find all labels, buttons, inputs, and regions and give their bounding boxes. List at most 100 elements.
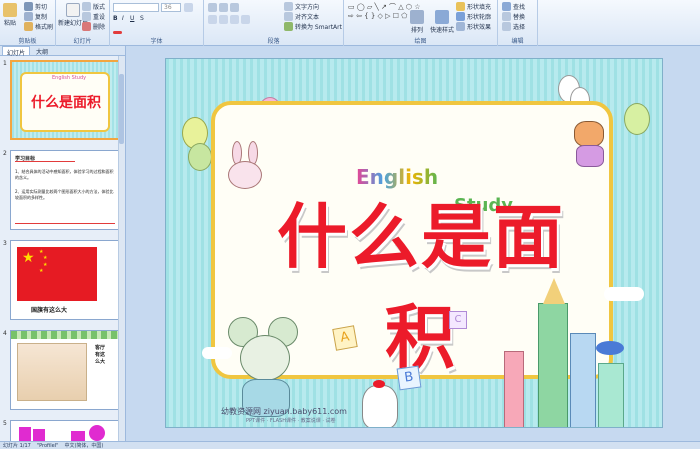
slide-number: 2 bbox=[3, 150, 7, 157]
font-group: 36 B I U S 字体 bbox=[110, 0, 204, 46]
flag-image: ★ ★ ★ ★ ★ bbox=[17, 247, 97, 301]
star-icon: ★ bbox=[39, 268, 44, 274]
thumb-shape bbox=[19, 427, 31, 441]
room-image bbox=[17, 343, 87, 401]
thumb-border-decoration bbox=[11, 331, 119, 339]
pencil bbox=[504, 351, 524, 427]
paste-button[interactable]: 粘贴 bbox=[3, 3, 17, 27]
fill-icon bbox=[456, 2, 465, 11]
language-indicator[interactable]: 中文(简体，中国) bbox=[64, 442, 103, 449]
editing-group-label: 编辑 bbox=[511, 38, 524, 45]
slides-panel: 幻灯片 大纲 1 什么是面积 English Study 2 学习目标 1、结合… bbox=[0, 46, 126, 441]
star-icon: ★ bbox=[43, 255, 48, 261]
font-group-label: 字体 bbox=[150, 38, 163, 45]
italic-button[interactable]: I bbox=[122, 15, 124, 22]
pencil bbox=[570, 333, 596, 427]
thumb-divider bbox=[15, 223, 115, 224]
align-text-button[interactable]: 对齐文本 bbox=[284, 12, 319, 21]
shape-fill-button[interactable]: 形状填充 bbox=[456, 2, 491, 11]
text-direction-button[interactable]: 文字方向 bbox=[284, 2, 319, 11]
drawing-group-label: 绘图 bbox=[414, 38, 427, 45]
brush-icon bbox=[24, 22, 33, 31]
layout-button[interactable]: 版式 bbox=[82, 2, 105, 11]
thumb-caption: 国旗有这么大 bbox=[31, 307, 68, 314]
format-painter-button[interactable]: 格式刷 bbox=[24, 22, 53, 31]
replace-icon bbox=[502, 12, 511, 21]
slide-canvas[interactable]: English Study 什么是面积 A B C 幼教资源网 ziyuan.b… bbox=[165, 58, 663, 428]
slide-thumbnail-4[interactable]: 客厅有这么大 bbox=[10, 330, 120, 410]
layout-icon bbox=[82, 2, 91, 11]
font-size-field[interactable]: 36 bbox=[161, 3, 181, 12]
outline-icon bbox=[456, 12, 465, 21]
font-name-field[interactable] bbox=[113, 3, 159, 12]
underline-button[interactable]: U bbox=[130, 15, 134, 22]
slide-thumbnail-3[interactable]: ★ ★ ★ ★ ★ 国旗有这么大 bbox=[10, 240, 120, 320]
bird-illustration bbox=[596, 341, 624, 355]
tab-outline[interactable]: 大纲 bbox=[32, 46, 52, 56]
scrollbar-thumb[interactable] bbox=[119, 74, 124, 144]
watermark: 幼教资源网 ziyuan.baby611.com bbox=[221, 407, 347, 416]
slides-group: 新建幻灯片 版式 重设 删除 幻灯片 bbox=[56, 0, 110, 46]
status-bar: 幻灯片 1/17 "ProfileI" 中文(简体，中国) bbox=[0, 441, 700, 449]
star-icon: ★ bbox=[22, 250, 35, 266]
letter-block-a: A bbox=[332, 325, 358, 351]
copy-icon bbox=[24, 12, 33, 21]
replace-button[interactable]: 替换 bbox=[502, 12, 525, 21]
align-right-icon bbox=[230, 15, 239, 24]
font-color-button[interactable] bbox=[113, 26, 122, 34]
watermark-subtitle: PPT课件 · FLASH课件 · 教案说课 · 试卷 bbox=[246, 418, 336, 424]
rooster-illustration bbox=[362, 380, 398, 427]
editing-group: 查找 替换 选择 编辑 bbox=[498, 0, 538, 46]
letter-block-b: B bbox=[396, 365, 422, 391]
copy-button[interactable]: 复制 bbox=[24, 12, 47, 21]
arrange-icon bbox=[410, 10, 424, 24]
tab-slides[interactable]: 幻灯片 bbox=[2, 46, 31, 57]
thumb-shape bbox=[33, 429, 45, 441]
grow-font-button[interactable] bbox=[184, 3, 193, 12]
delete-slide-button[interactable]: 删除 bbox=[82, 22, 105, 31]
quick-styles-icon bbox=[435, 10, 449, 24]
slide-thumbnail-1[interactable]: 什么是面积 English Study bbox=[10, 60, 120, 140]
thumb-caption: 客厅有这么大 bbox=[95, 345, 106, 365]
slide-thumbnail-2[interactable]: 学习目标 1、结合具体的活动中感知面积，体验学习的过程和面积的含义。 2、运用实… bbox=[10, 150, 120, 230]
bold-button[interactable]: B bbox=[113, 15, 118, 22]
delete-icon bbox=[82, 22, 91, 31]
cursor-icon bbox=[502, 22, 511, 31]
arrange-button[interactable]: 排列 bbox=[410, 10, 424, 34]
scissors-icon bbox=[24, 2, 33, 11]
panel-tabs: 幻灯片 大纲 bbox=[0, 46, 125, 57]
shape-effects-button[interactable]: 形状效果 bbox=[456, 22, 491, 31]
reset-button[interactable]: 重设 bbox=[82, 12, 105, 21]
slide-number: 5 bbox=[3, 420, 7, 427]
pencil bbox=[538, 278, 568, 427]
find-button[interactable]: 查找 bbox=[502, 2, 525, 11]
strikethrough-button[interactable]: S bbox=[140, 15, 144, 22]
slide-number: 3 bbox=[3, 240, 7, 247]
slide-thumbnail-5[interactable] bbox=[10, 420, 120, 441]
shapes-gallery-row2[interactable]: ⇨ ⇦ { } ◇ ▷ ☐ ⬠ ♡ bbox=[348, 12, 416, 20]
smartart-button[interactable]: 转换为 SmartArt bbox=[284, 22, 342, 31]
cat-illustration bbox=[568, 121, 616, 177]
ribbon: 粘贴 剪切 复制 格式刷 剪贴板 新建幻灯片 版式 重设 删除 幻灯片 36 B… bbox=[0, 0, 700, 46]
bullets-button[interactable] bbox=[208, 3, 239, 12]
clipboard-group-label: 剪贴板 bbox=[18, 38, 37, 45]
grow-font-icon bbox=[184, 3, 193, 12]
mouse-illustration bbox=[228, 317, 310, 417]
slides-group-label: 幻灯片 bbox=[73, 38, 92, 45]
select-button[interactable]: 选择 bbox=[502, 22, 525, 31]
panel-scrollbar[interactable] bbox=[118, 56, 125, 441]
bullets-icon bbox=[208, 3, 217, 12]
quick-styles-button[interactable]: 快速样式 bbox=[430, 10, 454, 34]
cloud bbox=[604, 287, 644, 301]
theme-name: "ProfileI" bbox=[36, 442, 59, 449]
paragraph-group-label: 段落 bbox=[267, 38, 280, 45]
thumb-shape bbox=[89, 425, 105, 441]
thumb-shape bbox=[71, 431, 85, 441]
shape-outline-button[interactable]: 形状轮廓 bbox=[456, 12, 491, 21]
justify-icon bbox=[241, 15, 250, 24]
font-color-icon bbox=[113, 31, 122, 34]
cut-button[interactable]: 剪切 bbox=[24, 2, 47, 11]
align-buttons[interactable] bbox=[208, 15, 250, 24]
smartart-icon bbox=[284, 22, 293, 31]
binoculars-icon bbox=[502, 2, 511, 11]
